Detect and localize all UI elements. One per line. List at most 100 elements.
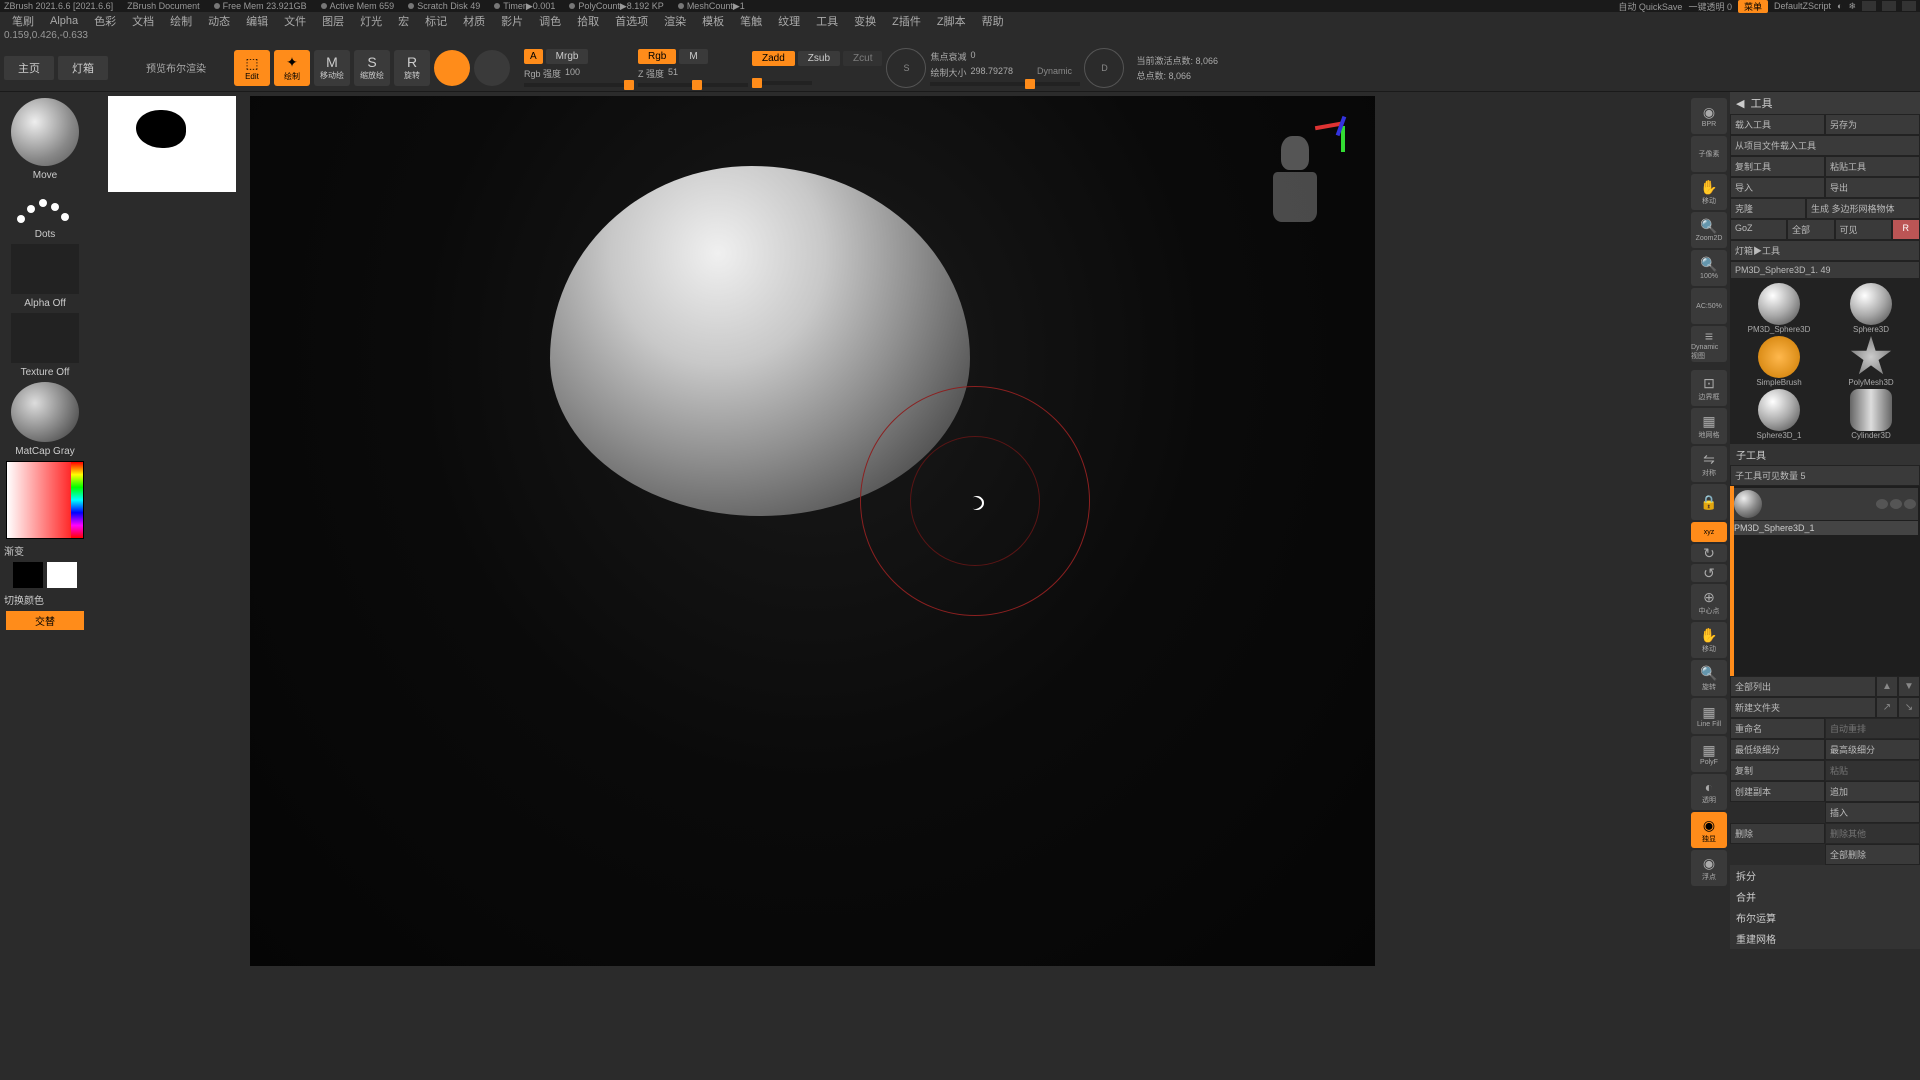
z-slider[interactable]	[638, 83, 748, 87]
move-mode-button[interactable]: M移动绘	[314, 50, 350, 86]
draw-mode-button[interactable]: ✦绘制	[274, 50, 310, 86]
menu-light[interactable]: 灯光	[352, 13, 390, 29]
brush-icon[interactable]	[1890, 499, 1902, 509]
s-indicator-icon[interactable]: S	[886, 48, 926, 88]
copy-tool-button[interactable]: 复制工具	[1730, 156, 1825, 177]
move-view-button[interactable]: ✋移动	[1691, 174, 1727, 210]
y-rotate-button[interactable]: ↻	[1691, 544, 1727, 562]
menu-picker[interactable]: 调色	[531, 13, 569, 29]
menu-dynamic[interactable]: 动态	[200, 13, 238, 29]
autoreorder-button[interactable]: 自动重排	[1825, 718, 1920, 739]
new-folder-button[interactable]: 新建文件夹	[1730, 697, 1876, 718]
preview-bool-render[interactable]: 预览布尔渲染	[136, 56, 216, 79]
linefill-button[interactable]: ▦Line Fill	[1691, 698, 1727, 734]
menu-tool[interactable]: 工具	[808, 13, 846, 29]
delete-all-button[interactable]: 全部删除	[1825, 844, 1920, 865]
saveas-button[interactable]: 另存为	[1825, 114, 1920, 135]
menu-transform[interactable]: 变换	[846, 13, 884, 29]
subtool-item[interactable]	[1732, 488, 1918, 520]
center-button[interactable]: ⊕中心点	[1691, 584, 1727, 620]
tool-panel-header[interactable]: ◀工具	[1730, 92, 1920, 114]
menu-alpha[interactable]: Alpha	[42, 15, 86, 27]
goz-r-button[interactable]: R	[1892, 219, 1920, 240]
make-polymesh-button[interactable]: 生成 多边形网格物体	[1806, 198, 1920, 219]
menu-stroke[interactable]: 笔触	[732, 13, 770, 29]
viewport[interactable]	[250, 96, 1375, 966]
current-tool-name[interactable]: PM3D_Sphere3D_1. 49	[1730, 261, 1920, 279]
eye-visible-icon[interactable]	[1904, 499, 1916, 509]
zcut-button[interactable]: Zcut	[843, 51, 882, 66]
solo-button[interactable]: ◉独显	[1691, 812, 1727, 848]
menu-stencil[interactable]: 模板	[694, 13, 732, 29]
a-button[interactable]: A	[524, 49, 543, 64]
duplicate-button[interactable]: 复制	[1730, 760, 1825, 781]
menu-layer[interactable]: 图层	[314, 13, 352, 29]
remesh-header[interactable]: 重建网格	[1730, 928, 1920, 949]
tool-item-sphere3d-1[interactable]: Sphere3D_1	[1734, 389, 1824, 440]
zadd-button[interactable]: Zadd	[752, 51, 795, 66]
tab-lightbox[interactable]: 灯箱	[58, 56, 108, 80]
d-indicator-icon[interactable]: D	[1084, 48, 1124, 88]
float-button[interactable]: ◉浮点	[1691, 850, 1727, 886]
subpixel-button[interactable]: 子像素	[1691, 136, 1727, 172]
load-from-project-button[interactable]: 从项目文件载入工具	[1730, 135, 1920, 156]
m-button[interactable]: M	[679, 49, 707, 64]
texture-preview[interactable]	[11, 313, 79, 363]
goz-button[interactable]: GoZ	[1730, 219, 1787, 240]
import-button[interactable]: 导入	[1730, 177, 1825, 198]
symmetry-button[interactable]: ⇋对称	[1691, 446, 1727, 482]
rgb-slider[interactable]	[524, 83, 634, 87]
minimize-icon[interactable]	[1862, 1, 1876, 11]
bpr-button[interactable]: ◉BPR	[1691, 98, 1727, 134]
split-header[interactable]: 拆分	[1730, 865, 1920, 886]
menu-brush[interactable]: 笔刷	[4, 13, 42, 29]
swap-color-label[interactable]: 切换颜色	[4, 592, 44, 607]
tool-item-cylinder3d[interactable]: Cylinder3D	[1826, 389, 1916, 440]
menu-prefs[interactable]: 首选项	[607, 13, 656, 29]
rename-button[interactable]: 重命名	[1730, 718, 1825, 739]
clone-button[interactable]: 克隆	[1730, 198, 1806, 219]
antialias-button[interactable]: AC:50%	[1691, 288, 1727, 324]
maximize-icon[interactable]	[1882, 1, 1896, 11]
delete-button[interactable]: 删除	[1730, 823, 1825, 844]
menu-color[interactable]: 色彩	[86, 13, 124, 29]
menu-toggle[interactable]: 菜单	[1738, 0, 1768, 13]
alpha-preview[interactable]	[11, 244, 79, 294]
export-button[interactable]: 导出	[1825, 177, 1920, 198]
z-rotate-button[interactable]: ↺	[1691, 564, 1727, 582]
secondary-color[interactable]	[13, 562, 43, 588]
tool-item-polymesh3d[interactable]: PolyMesh3D	[1826, 336, 1916, 387]
menu-marker[interactable]: 标记	[417, 13, 455, 29]
drawsize-slider[interactable]	[930, 82, 1080, 86]
zoom2d-button[interactable]: 🔍Zoom2D	[1691, 212, 1727, 248]
append-button[interactable]: 追加	[1825, 781, 1920, 802]
tool-item-simplebrush[interactable]: SimpleBrush	[1734, 336, 1824, 387]
quicksave[interactable]: 自动 QuickSave	[1618, 0, 1682, 13]
arrow-down-icon[interactable]: ↘	[1898, 697, 1920, 718]
menu-help[interactable]: 帮助	[974, 13, 1012, 29]
merge-header[interactable]: 合并	[1730, 886, 1920, 907]
stroke-preview[interactable]	[11, 185, 79, 225]
menu-macro[interactable]: 宏	[390, 13, 417, 29]
axis-gizmo[interactable]	[1315, 110, 1365, 160]
alternate-button[interactable]: 交替	[6, 611, 84, 630]
mrgb-button[interactable]: Mrgb	[546, 49, 589, 64]
lowres-button[interactable]: 最低级细分	[1730, 739, 1825, 760]
tool-item-pm3d-sphere[interactable]: PM3D_Sphere3D	[1734, 283, 1824, 334]
highres-button[interactable]: 最高级细分	[1825, 739, 1920, 760]
move-up-icon[interactable]: ▲	[1876, 676, 1898, 697]
actual-size-button[interactable]: 🔍100%	[1691, 250, 1727, 286]
polyframe-button[interactable]: ▦PolyF	[1691, 736, 1727, 772]
hide-transparent[interactable]: 一键透明 0	[1688, 0, 1732, 13]
rgb-button[interactable]: Rgb	[638, 49, 676, 64]
menu-document[interactable]: 文档	[124, 13, 162, 29]
lightbox-tools-button[interactable]: 灯箱▶工具	[1730, 240, 1920, 261]
menu-material[interactable]: 材质	[455, 13, 493, 29]
menu-pick[interactable]: 拾取	[569, 13, 607, 29]
floor-grid-button[interactable]: ▦地网格	[1691, 408, 1727, 444]
move-down-icon[interactable]: ▼	[1898, 676, 1920, 697]
move-tool-button[interactable]: ✋移动	[1691, 622, 1727, 658]
list-all-button[interactable]: 全部列出	[1730, 676, 1876, 697]
gradient-label[interactable]: 渐变	[4, 543, 24, 558]
eye-icon[interactable]	[1876, 499, 1888, 509]
